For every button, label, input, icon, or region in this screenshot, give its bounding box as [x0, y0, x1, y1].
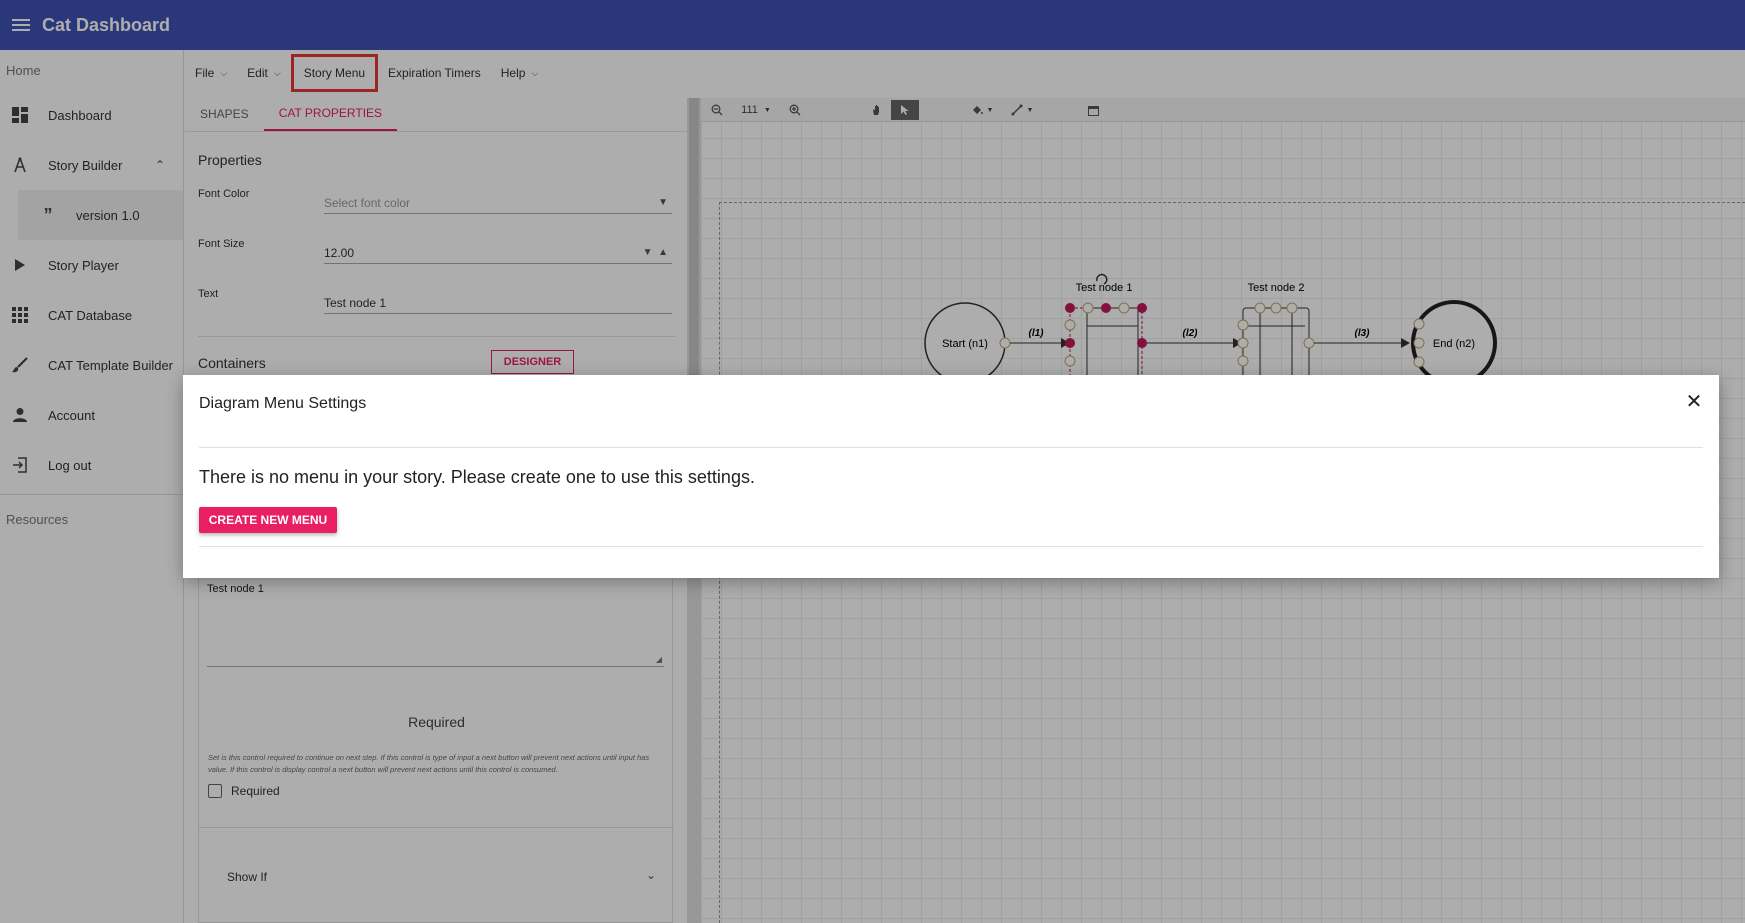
diagram-menu-settings-dialog: Diagram Menu Settings ✕ There is no menu…: [183, 375, 1719, 578]
dialog-divider: [199, 546, 1703, 547]
dialog-divider: [199, 447, 1703, 448]
dialog-message: There is no menu in your story. Please c…: [199, 467, 755, 487]
dialog-title: Diagram Menu Settings: [199, 395, 367, 412]
create-new-menu-button[interactable]: CREATE NEW MENU: [199, 507, 337, 533]
close-icon[interactable]: ✕: [1685, 392, 1703, 412]
